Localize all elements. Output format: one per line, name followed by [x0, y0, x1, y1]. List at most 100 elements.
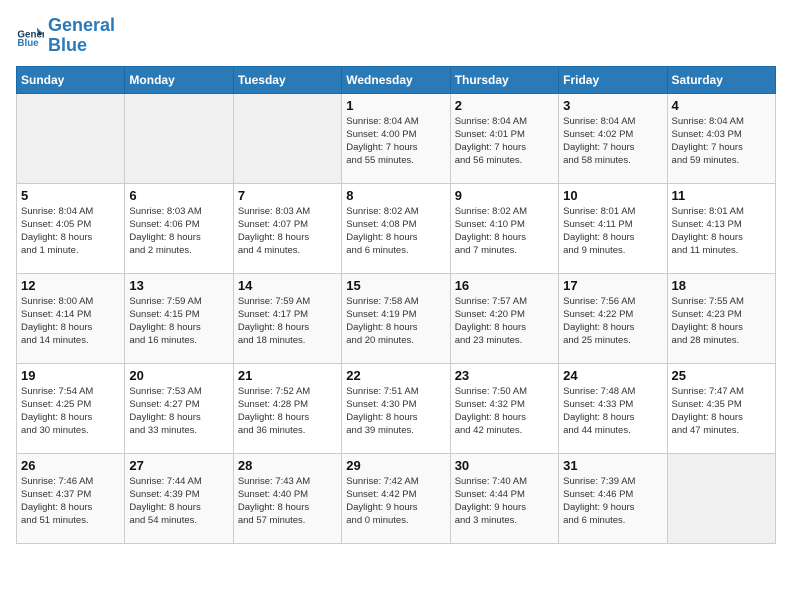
day-number: 1	[346, 98, 445, 113]
day-info: Sunrise: 8:02 AM Sunset: 4:10 PM Dayligh…	[455, 205, 554, 258]
day-info: Sunrise: 7:47 AM Sunset: 4:35 PM Dayligh…	[672, 385, 771, 438]
calendar-cell: 5 Sunrise: 8:04 AM Sunset: 4:05 PM Daylig…	[17, 183, 125, 273]
calendar-cell: 12 Sunrise: 8:00 AM Sunset: 4:14 PM Dayli…	[17, 273, 125, 363]
calendar-cell: 10 Sunrise: 8:01 AM Sunset: 4:11 PM Dayli…	[559, 183, 667, 273]
day-number: 24	[563, 368, 662, 383]
day-info: Sunrise: 8:00 AM Sunset: 4:14 PM Dayligh…	[21, 295, 120, 348]
day-info: Sunrise: 7:56 AM Sunset: 4:22 PM Dayligh…	[563, 295, 662, 348]
day-info: Sunrise: 7:46 AM Sunset: 4:37 PM Dayligh…	[21, 475, 120, 528]
calendar-table: SundayMondayTuesdayWednesdayThursdayFrid…	[16, 66, 776, 544]
calendar-cell: 3 Sunrise: 8:04 AM Sunset: 4:02 PM Daylig…	[559, 93, 667, 183]
day-number: 28	[238, 458, 337, 473]
day-info: Sunrise: 7:54 AM Sunset: 4:25 PM Dayligh…	[21, 385, 120, 438]
calendar-week-row: 26 Sunrise: 7:46 AM Sunset: 4:37 PM Dayli…	[17, 453, 776, 543]
svg-text:Blue: Blue	[17, 38, 39, 49]
weekday-header-cell: Wednesday	[342, 66, 450, 93]
day-number: 18	[672, 278, 771, 293]
calendar-cell: 13 Sunrise: 7:59 AM Sunset: 4:15 PM Dayli…	[125, 273, 233, 363]
calendar-cell: 4 Sunrise: 8:04 AM Sunset: 4:03 PM Daylig…	[667, 93, 775, 183]
day-number: 6	[129, 188, 228, 203]
day-number: 8	[346, 188, 445, 203]
calendar-cell: 14Sunrise: 7:59 AM Sunset: 4:17 PM Dayli…	[233, 273, 341, 363]
day-number: 13	[129, 278, 228, 293]
logo-text: General Blue	[48, 16, 115, 56]
calendar-cell: 11 Sunrise: 8:01 AM Sunset: 4:13 PM Dayli…	[667, 183, 775, 273]
day-info: Sunrise: 7:51 AM Sunset: 4:30 PM Dayligh…	[346, 385, 445, 438]
day-number: 4	[672, 98, 771, 113]
day-info: Sunrise: 7:57 AM Sunset: 4:20 PM Dayligh…	[455, 295, 554, 348]
day-info: Sunrise: 7:39 AM Sunset: 4:46 PM Dayligh…	[563, 475, 662, 528]
day-number: 27	[129, 458, 228, 473]
calendar-body: 1Sunrise: 8:04 AM Sunset: 4:00 PM Daylig…	[17, 93, 776, 543]
calendar-cell	[125, 93, 233, 183]
calendar-cell: 26 Sunrise: 7:46 AM Sunset: 4:37 PM Dayli…	[17, 453, 125, 543]
day-number: 29	[346, 458, 445, 473]
day-info: Sunrise: 7:48 AM Sunset: 4:33 PM Dayligh…	[563, 385, 662, 438]
weekday-header-cell: Saturday	[667, 66, 775, 93]
calendar-cell: 23Sunrise: 7:50 AM Sunset: 4:32 PM Dayli…	[450, 363, 558, 453]
calendar-cell: 2 Sunrise: 8:04 AM Sunset: 4:01 PM Daylig…	[450, 93, 558, 183]
calendar-cell: 20 Sunrise: 7:53 AM Sunset: 4:27 PM Dayli…	[125, 363, 233, 453]
day-number: 12	[21, 278, 120, 293]
weekday-header-cell: Sunday	[17, 66, 125, 93]
calendar-week-row: 5 Sunrise: 8:04 AM Sunset: 4:05 PM Daylig…	[17, 183, 776, 273]
logo-icon: General Blue	[16, 22, 44, 50]
logo: General Blue General Blue	[16, 16, 115, 56]
day-number: 19	[21, 368, 120, 383]
day-info: Sunrise: 7:59 AM Sunset: 4:15 PM Dayligh…	[129, 295, 228, 348]
day-number: 16	[455, 278, 554, 293]
day-info: Sunrise: 7:42 AM Sunset: 4:42 PM Dayligh…	[346, 475, 445, 528]
weekday-header-cell: Friday	[559, 66, 667, 93]
day-number: 10	[563, 188, 662, 203]
calendar-cell: 27 Sunrise: 7:44 AM Sunset: 4:39 PM Dayli…	[125, 453, 233, 543]
day-number: 5	[21, 188, 120, 203]
day-number: 22	[346, 368, 445, 383]
day-number: 11	[672, 188, 771, 203]
day-info: Sunrise: 7:52 AM Sunset: 4:28 PM Dayligh…	[238, 385, 337, 438]
day-info: Sunrise: 8:01 AM Sunset: 4:11 PM Dayligh…	[563, 205, 662, 258]
calendar-cell: 6Sunrise: 8:03 AM Sunset: 4:06 PM Daylig…	[125, 183, 233, 273]
day-number: 20	[129, 368, 228, 383]
day-info: Sunrise: 7:55 AM Sunset: 4:23 PM Dayligh…	[672, 295, 771, 348]
calendar-week-row: 19 Sunrise: 7:54 AM Sunset: 4:25 PM Dayli…	[17, 363, 776, 453]
calendar-cell: 7 Sunrise: 8:03 AM Sunset: 4:07 PM Daylig…	[233, 183, 341, 273]
calendar-cell: 16 Sunrise: 7:57 AM Sunset: 4:20 PM Dayli…	[450, 273, 558, 363]
weekday-header-cell: Thursday	[450, 66, 558, 93]
day-number: 7	[238, 188, 337, 203]
page-header: General Blue General Blue	[16, 16, 776, 56]
day-number: 30	[455, 458, 554, 473]
calendar-cell: 22 Sunrise: 7:51 AM Sunset: 4:30 PM Dayli…	[342, 363, 450, 453]
day-info: Sunrise: 8:04 AM Sunset: 4:05 PM Dayligh…	[21, 205, 120, 258]
calendar-cell: 18 Sunrise: 7:55 AM Sunset: 4:23 PM Dayli…	[667, 273, 775, 363]
day-info: Sunrise: 7:40 AM Sunset: 4:44 PM Dayligh…	[455, 475, 554, 528]
day-info: Sunrise: 7:44 AM Sunset: 4:39 PM Dayligh…	[129, 475, 228, 528]
day-info: Sunrise: 8:01 AM Sunset: 4:13 PM Dayligh…	[672, 205, 771, 258]
weekday-header-cell: Tuesday	[233, 66, 341, 93]
day-number: 15	[346, 278, 445, 293]
calendar-cell: 25 Sunrise: 7:47 AM Sunset: 4:35 PM Dayli…	[667, 363, 775, 453]
day-number: 25	[672, 368, 771, 383]
day-info: Sunrise: 8:04 AM Sunset: 4:01 PM Dayligh…	[455, 115, 554, 168]
calendar-cell: 24 Sunrise: 7:48 AM Sunset: 4:33 PM Dayli…	[559, 363, 667, 453]
day-number: 23	[455, 368, 554, 383]
calendar-cell: 17Sunrise: 7:56 AM Sunset: 4:22 PM Dayli…	[559, 273, 667, 363]
day-info: Sunrise: 8:04 AM Sunset: 4:02 PM Dayligh…	[563, 115, 662, 168]
day-number: 14	[238, 278, 337, 293]
day-info: Sunrise: 8:03 AM Sunset: 4:07 PM Dayligh…	[238, 205, 337, 258]
calendar-cell	[17, 93, 125, 183]
calendar-cell	[667, 453, 775, 543]
day-info: Sunrise: 7:53 AM Sunset: 4:27 PM Dayligh…	[129, 385, 228, 438]
day-info: Sunrise: 8:04 AM Sunset: 4:03 PM Dayligh…	[672, 115, 771, 168]
calendar-cell: 8Sunrise: 8:02 AM Sunset: 4:08 PM Daylig…	[342, 183, 450, 273]
day-info: Sunrise: 7:58 AM Sunset: 4:19 PM Dayligh…	[346, 295, 445, 348]
day-number: 26	[21, 458, 120, 473]
calendar-cell: 15 Sunrise: 7:58 AM Sunset: 4:19 PM Dayli…	[342, 273, 450, 363]
calendar-cell	[233, 93, 341, 183]
day-number: 3	[563, 98, 662, 113]
day-number: 2	[455, 98, 554, 113]
calendar-cell: 30 Sunrise: 7:40 AM Sunset: 4:44 PM Dayli…	[450, 453, 558, 543]
calendar-week-row: 12 Sunrise: 8:00 AM Sunset: 4:14 PM Dayli…	[17, 273, 776, 363]
calendar-cell: 19 Sunrise: 7:54 AM Sunset: 4:25 PM Dayli…	[17, 363, 125, 453]
calendar-cell: 1Sunrise: 8:04 AM Sunset: 4:00 PM Daylig…	[342, 93, 450, 183]
calendar-cell: 31Sunrise: 7:39 AM Sunset: 4:46 PM Dayli…	[559, 453, 667, 543]
